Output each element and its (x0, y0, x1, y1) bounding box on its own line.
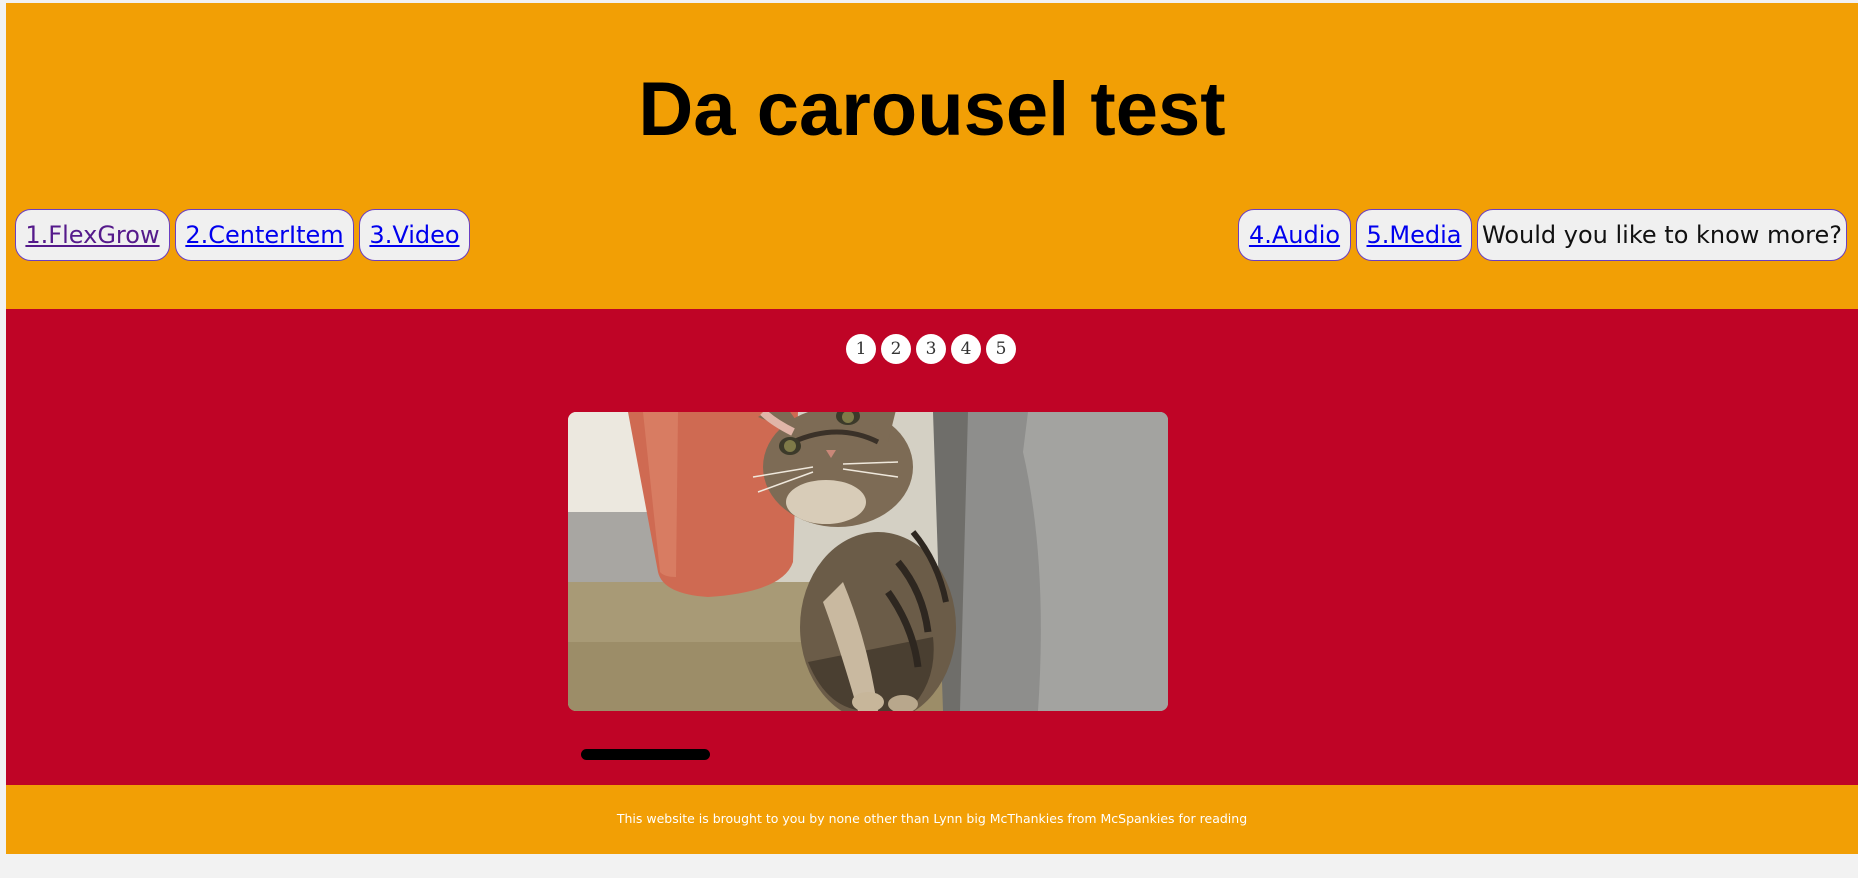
know-more-button[interactable]: Would you like to know more? (1477, 209, 1847, 261)
page-title: Da carousel test (638, 67, 1226, 152)
site-header: Da carousel test (6, 3, 1858, 309)
carousel-dot-1[interactable]: 1 (846, 334, 876, 364)
carousel-dot-2[interactable]: 2 (881, 334, 911, 364)
nav-link-flexgrow[interactable]: 1.FlexGrow (15, 209, 170, 261)
carousel-dot-5[interactable]: 5 (986, 334, 1016, 364)
nav-link-centeritem[interactable]: 2.CenterItem (175, 209, 354, 261)
carousel-dot-3[interactable]: 3 (916, 334, 946, 364)
site-footer: This website is brought to you by none o… (6, 785, 1858, 854)
nav-link-audio[interactable]: 4.Audio (1238, 209, 1351, 261)
footer-text: This website is brought to you by none o… (616, 811, 1248, 826)
carousel-slide-kitten-image[interactable] (568, 412, 1168, 711)
nav-link-video[interactable]: 3.Video (359, 209, 470, 261)
carousel-progress-bar (581, 749, 710, 760)
kitten-photo (568, 412, 1168, 711)
nav-link-media[interactable]: 5.Media (1356, 209, 1472, 261)
carousel-dot-4[interactable]: 4 (951, 334, 981, 364)
